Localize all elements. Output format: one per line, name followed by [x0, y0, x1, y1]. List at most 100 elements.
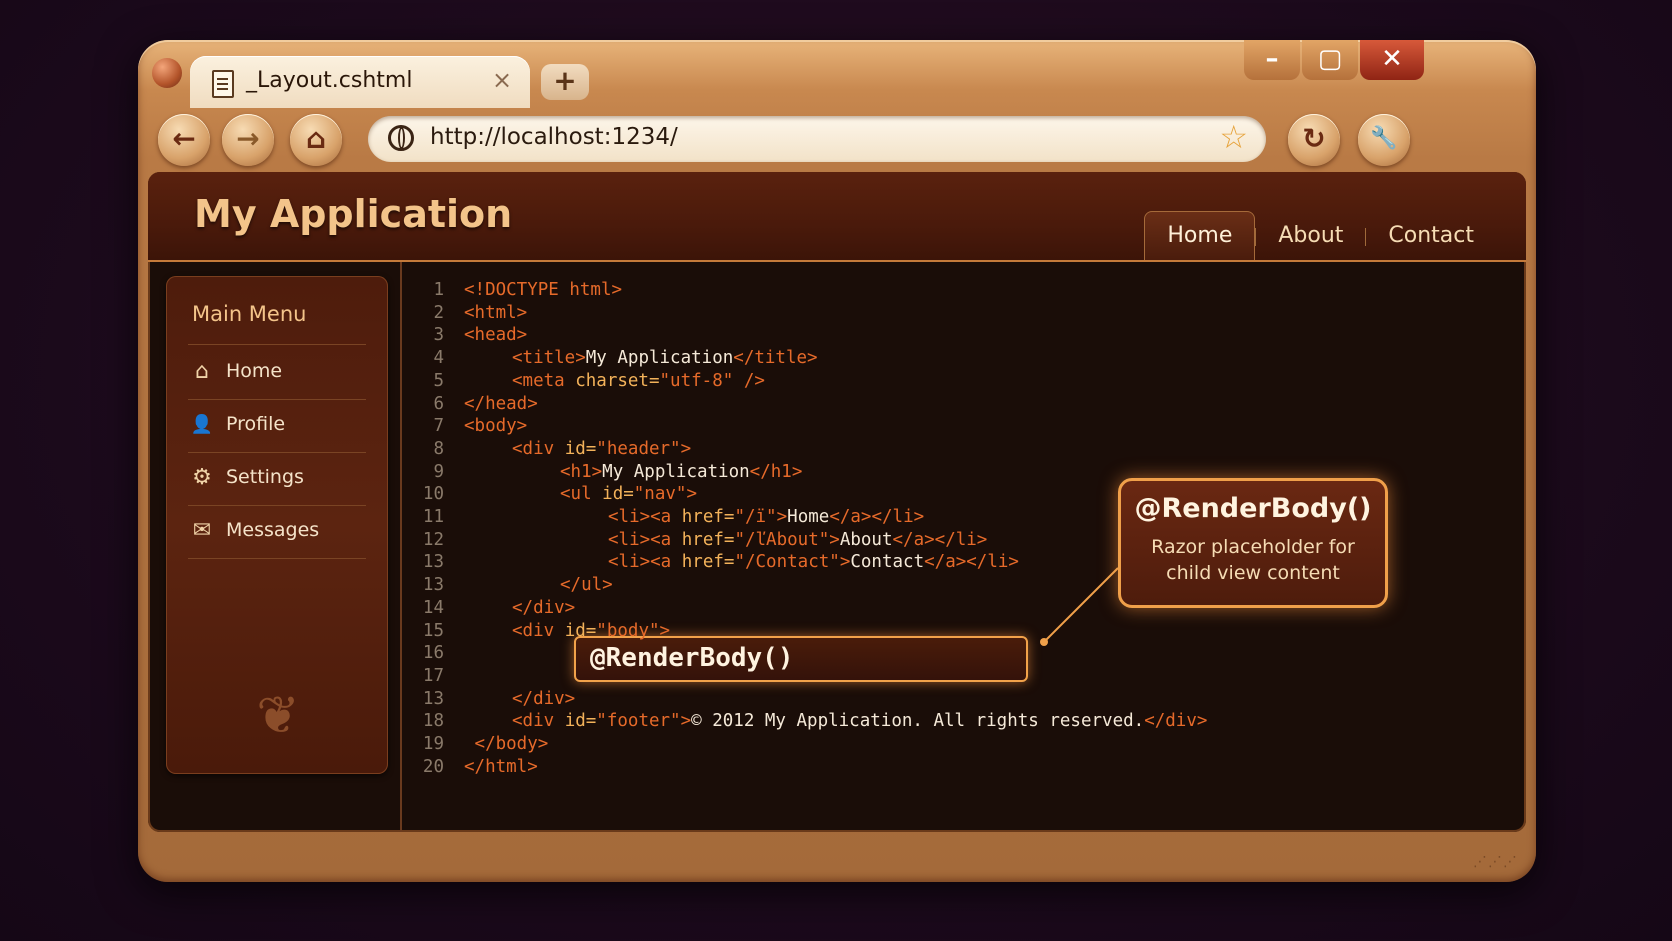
sidebar-item-home[interactable]: ⌂ Home [190, 352, 370, 392]
browser-window: _Layout.cshtml × + – ▢ ✕ ← → ⌂ http://lo… [138, 40, 1536, 882]
code-token: </ul> [560, 575, 613, 596]
code-token: </title> [733, 348, 818, 369]
line-number: 12 [422, 529, 444, 550]
menu-divider [188, 452, 366, 453]
code-token: "/Contact" [734, 552, 840, 573]
document-icon [212, 70, 234, 98]
code-line: <div id="body"> [512, 621, 670, 641]
app-header: My Application Home About Contact [148, 172, 1526, 262]
callout-description: Razor placeholder for child view content [1121, 534, 1385, 586]
line-number: 19 [422, 734, 444, 754]
back-button[interactable]: ← [158, 114, 210, 166]
code-token: <meta [512, 370, 576, 391]
sidebar-divider [400, 262, 402, 832]
sidebar-item-settings[interactable]: ⚙ Settings [190, 458, 370, 498]
render-body-callout: @RenderBody() Razor placeholder for chil… [1118, 478, 1388, 608]
line-number: 7 [433, 416, 444, 437]
globe-icon [388, 125, 414, 151]
code-line: <div id="footer">© 2012 My Application. … [512, 711, 1207, 731]
code-token: <li><a [608, 552, 682, 573]
close-window-button[interactable]: ✕ [1360, 40, 1424, 80]
home-button[interactable]: ⌂ [290, 114, 342, 166]
code-line: </div> [512, 689, 575, 709]
code-token: </a></li> [892, 529, 988, 550]
sidebar-item-label: Home [226, 360, 283, 382]
minimize-button[interactable]: – [1244, 40, 1300, 80]
line-number: 2 [433, 302, 444, 323]
code-token: id= [602, 484, 634, 505]
callout-line-1: Razor placeholder for [1151, 536, 1355, 558]
code-line: <h1>My Application</h1> [560, 462, 802, 482]
callout-heading: @RenderBody() [1134, 493, 1372, 524]
app-nav: Home About Contact [1144, 206, 1496, 260]
bookmark-star-icon[interactable]: ☆ [1219, 118, 1248, 156]
code-line: <ul id="nav"> [560, 484, 697, 504]
code-token: © 2012 My Application. All rights reserv… [691, 711, 1145, 732]
code-line: </head> [464, 394, 538, 414]
code-line: <!DOCTYPE html> [464, 280, 622, 300]
main-menu-title: Main Menu [192, 302, 307, 326]
line-number: 13 [422, 575, 444, 596]
code-token: Home [787, 507, 830, 527]
code-token: > [776, 507, 788, 527]
menu-divider [188, 558, 366, 559]
code-token: "body" [596, 620, 660, 641]
code-token: "utf-8" [659, 370, 734, 391]
home-icon: ⌂ [195, 359, 209, 384]
code-token: <h1> [560, 461, 603, 482]
forward-button[interactable]: → [222, 114, 274, 166]
address-bar[interactable]: http://localhost:1234/ ☆ [368, 116, 1266, 162]
menu-divider [188, 505, 366, 506]
line-number: 11 [422, 507, 444, 527]
code-token: <li><a [608, 507, 682, 527]
code-token: </a></li> [924, 552, 1019, 573]
code-line: <body> [464, 416, 527, 436]
refresh-button[interactable]: ↻ [1288, 114, 1340, 166]
status-bar: ⋰⋰⋰ [138, 836, 1536, 882]
code-token: > [680, 711, 692, 732]
tab-close-icon[interactable]: × [492, 66, 512, 94]
code-token: <li><a [608, 529, 682, 550]
line-number: 5 [433, 370, 444, 391]
code-token: "/ľAbout" [734, 529, 830, 550]
sidebar-item-label: Profile [226, 413, 286, 435]
code-token: </html> [464, 756, 538, 777]
code-token: </body> [464, 734, 549, 754]
code-token: > [680, 438, 692, 459]
line-number: 13 [422, 688, 444, 709]
line-number: 15 [422, 620, 444, 641]
code-token: <title> [512, 348, 586, 369]
code-token: "nav" [633, 484, 687, 505]
code-token: id= [564, 711, 597, 732]
tools-wrench-button[interactable]: 🔧 [1358, 114, 1410, 166]
code-line: </ul> [560, 575, 613, 595]
browser-toolbar: ← → ⌂ http://localhost:1234/ ☆ ↻ 🔧 [138, 108, 1536, 174]
app-title: My Application [194, 192, 513, 236]
resize-grip-icon[interactable]: ⋰⋰⋰ [1473, 854, 1518, 870]
menu-divider [188, 399, 366, 400]
code-token: <body> [464, 416, 528, 437]
new-tab-button[interactable]: + [541, 64, 589, 100]
line-number: 9 [433, 461, 444, 482]
app-nav-contact[interactable]: Contact [1366, 212, 1496, 260]
maximize-button[interactable]: ▢ [1302, 40, 1358, 80]
code-token: <div [512, 438, 565, 459]
sidebar-item-profile[interactable]: 👤 Profile [190, 405, 370, 445]
line-number: 17 [422, 665, 444, 686]
code-line: <li><a href="/Contact">Contact</a></li> [608, 552, 1019, 572]
code-token: </a></li> [829, 507, 925, 527]
code-token: </h1> [749, 461, 803, 482]
tab-layout-cshtml[interactable]: _Layout.cshtml × [190, 56, 530, 108]
sidebar-item-messages[interactable]: ✉ Messages [190, 511, 370, 551]
code-token: <ul [560, 484, 603, 505]
url-text: http://localhost:1234/ [430, 124, 678, 150]
line-number: 10 [422, 484, 444, 505]
code-line: <html> [464, 303, 527, 323]
line-number: 6 [433, 393, 444, 414]
render-body-highlight: @RenderBody() [574, 636, 1028, 682]
code-token: /> [733, 370, 765, 391]
menu-divider [188, 344, 366, 345]
app-nav-about[interactable]: About [1256, 212, 1365, 260]
code-token: > [686, 484, 697, 505]
app-nav-home[interactable]: Home [1144, 211, 1256, 260]
